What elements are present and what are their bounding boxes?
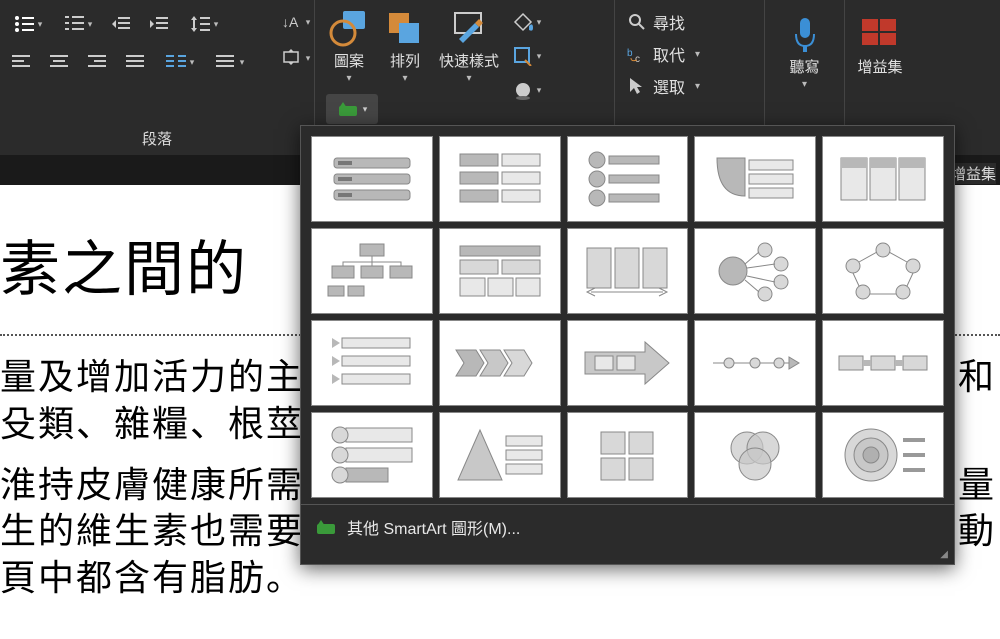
sa-picture-list[interactable] (311, 412, 433, 498)
align-left-button[interactable] (6, 46, 38, 78)
svg-text:c: c (635, 54, 640, 64)
smartart-insert-button[interactable]: ▾ (326, 94, 378, 124)
sa-arrow-matrix[interactable] (567, 320, 689, 406)
replace-button[interactable]: bc 取代 ▾ (621, 38, 758, 70)
bullets-button[interactable]: ▾ (6, 8, 50, 40)
paragraph-group-label: 段落 (0, 128, 314, 149)
svg-text:↓A: ↓A (282, 14, 299, 30)
shape-outline-button[interactable]: ▾ (505, 40, 549, 72)
sa-vertical-bullet-list[interactable] (567, 136, 689, 222)
body-line-4-right: 動 (958, 508, 1000, 555)
sa-cycle[interactable] (822, 228, 944, 314)
sa-alternating-hexagons[interactable] (439, 136, 561, 222)
body-line-3: 淮持皮膚健康所需 (0, 462, 304, 509)
smartart-gallery-popup: 其他 SmartArt 圖形(M)... ◢ (300, 125, 955, 565)
align-text-vertical-button[interactable]: ▾ (280, 42, 312, 74)
numbering-button[interactable]: ▾ (56, 8, 100, 40)
dictate-button[interactable]: 聽寫 ▾ (771, 8, 838, 128)
shapes-button[interactable]: 圖案 ▾ (321, 2, 377, 102)
sa-timeline[interactable] (694, 320, 816, 406)
sa-radial-cluster[interactable] (694, 228, 816, 314)
paragraph-group: ▾ ▾ ▾ (0, 0, 315, 155)
smartart-more-button[interactable]: 其他 SmartArt 圖形(M)... (301, 505, 954, 549)
shape-effects-button[interactable]: ▾ (505, 74, 549, 106)
sa-vertical-chevron-list[interactable] (311, 320, 433, 406)
sa-matrix[interactable] (567, 412, 689, 498)
replace-label: 取代 (653, 42, 685, 66)
arrange-button[interactable]: 排列 ▾ (377, 2, 433, 102)
select-button[interactable]: 選取 ▾ (621, 70, 758, 102)
sa-hierarchy[interactable] (311, 228, 433, 314)
body-line-4: 生的維生素也需要 (0, 508, 304, 555)
select-label: 選取 (653, 74, 685, 98)
sa-chevron-process[interactable] (439, 320, 561, 406)
decrease-indent-button[interactable] (106, 8, 138, 40)
shape-fill-button[interactable]: ▾ (505, 6, 549, 38)
distribute-button[interactable]: ▾ (208, 46, 252, 78)
quick-styles-button[interactable]: 快速樣式 ▾ (433, 2, 505, 102)
addins-button[interactable]: 增益集 (851, 8, 909, 128)
increase-indent-button[interactable] (144, 8, 176, 40)
align-right-button[interactable] (82, 46, 114, 78)
sa-pyramid[interactable] (439, 412, 561, 498)
smartart-grid (301, 126, 954, 504)
sa-linked-blocks[interactable] (822, 320, 944, 406)
sa-table-list[interactable] (822, 136, 944, 222)
find-label: 尋找 (653, 10, 685, 34)
replace-icon: bc (627, 44, 647, 64)
svg-text:b: b (627, 48, 633, 59)
addins-group-label: 增益集 (951, 163, 996, 184)
find-button[interactable]: 尋找 (621, 6, 758, 38)
sa-grouped-list[interactable] (439, 228, 561, 314)
align-center-button[interactable] (44, 46, 76, 78)
smartart-more-label: 其他 SmartArt 圖形(M)... (347, 515, 520, 539)
body-line-1: 量及增加活力的主 (0, 354, 304, 401)
line-spacing-button[interactable]: ▾ (182, 8, 226, 40)
sa-venn[interactable] (694, 412, 816, 498)
text-direction-button[interactable]: ↓A▾ (280, 6, 312, 38)
smartart-icon (315, 518, 337, 536)
sa-process-columns[interactable] (567, 228, 689, 314)
columns-button[interactable]: ▾ (158, 46, 202, 78)
smartart-icon (337, 100, 359, 118)
sa-basic-block-list[interactable] (311, 136, 433, 222)
cursor-icon (627, 76, 647, 96)
justify-button[interactable] (120, 46, 152, 78)
sa-target[interactable] (822, 412, 944, 498)
sa-bending-list[interactable] (694, 136, 816, 222)
resize-grip[interactable]: ◢ (301, 549, 954, 564)
search-icon (627, 12, 647, 32)
